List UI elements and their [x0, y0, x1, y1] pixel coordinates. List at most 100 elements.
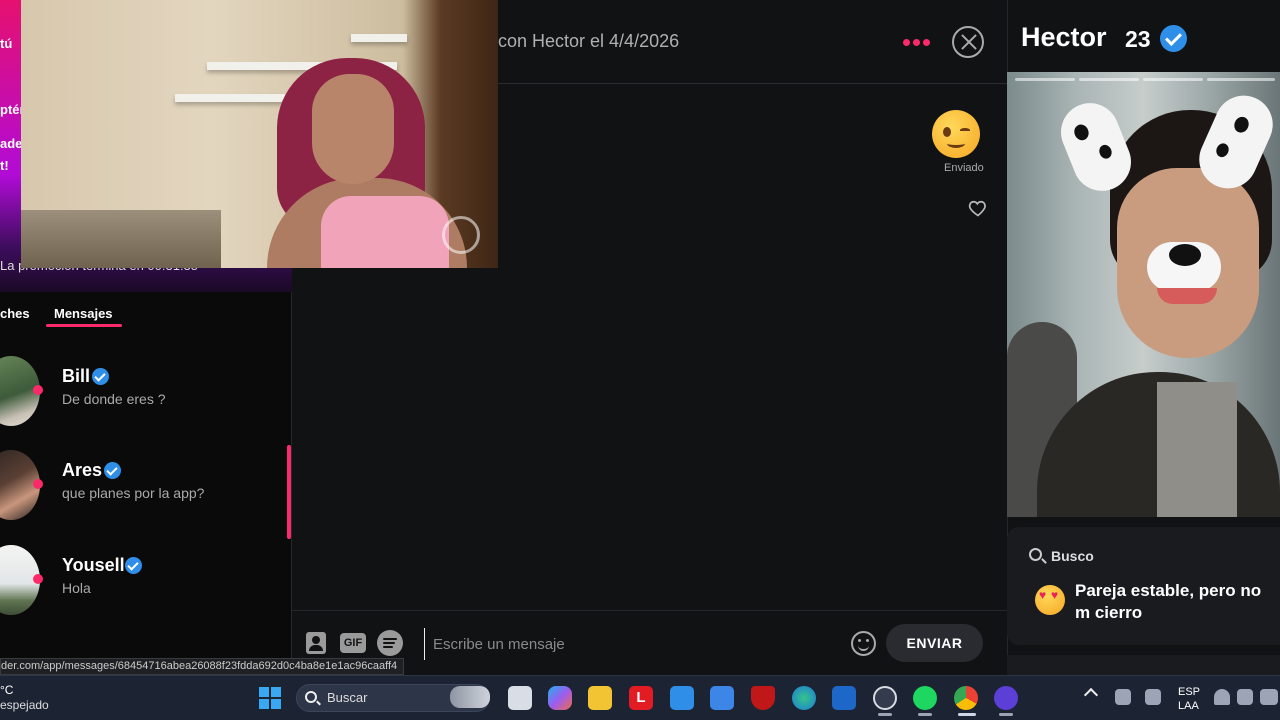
taskbar-search-label: Buscar — [327, 690, 368, 705]
promo-text: tú — [0, 36, 13, 51]
chrome-icon[interactable] — [954, 686, 978, 710]
dog-tongue-filter — [1157, 288, 1217, 304]
winking-emoji-message — [932, 110, 980, 158]
verified-badge-icon — [125, 557, 142, 574]
dot-icon — [923, 39, 930, 46]
chatgpt-icon[interactable] — [873, 686, 897, 710]
conversation-preview: Hola — [62, 580, 91, 596]
task-view-icon[interactable] — [508, 686, 532, 710]
spotify-wave — [383, 642, 395, 644]
person-shirt — [1157, 382, 1237, 517]
heart-eyes-emoji-icon — [1035, 585, 1065, 615]
start-tile — [271, 699, 281, 709]
app-l-icon[interactable]: L — [629, 686, 653, 710]
volume-icon[interactable] — [1237, 689, 1253, 705]
spotify-wave — [383, 646, 393, 648]
mcafee-icon[interactable] — [751, 686, 775, 710]
outlook-icon[interactable] — [832, 686, 856, 710]
conversation-scrollbar[interactable] — [287, 445, 291, 539]
webcam-overlay — [21, 0, 498, 268]
message-input[interactable] — [424, 628, 836, 660]
message-status: Enviado — [944, 162, 984, 174]
wifi-icon[interactable] — [1214, 689, 1230, 705]
search-icon — [305, 691, 317, 703]
status-bar-url: der.com/app/messages/68454716abea26088f2… — [0, 658, 405, 675]
verified-badge-icon — [1160, 25, 1187, 52]
active-tab-indicator — [46, 324, 122, 327]
file-explorer-icon[interactable] — [588, 686, 612, 710]
emoji-picker-icon[interactable] — [851, 631, 876, 656]
spotify-app-icon[interactable] — [913, 686, 937, 710]
conversation-item[interactable]: Bill De donde eres ? — [0, 350, 285, 436]
copilot-icon[interactable] — [548, 686, 572, 710]
conversation-name: Bill — [62, 366, 91, 386]
looking-for-label: Busco — [1051, 548, 1094, 564]
active-indicator — [958, 713, 976, 716]
unread-dot — [33, 574, 43, 584]
match-info: con Hector el 4/4/2026 — [498, 31, 680, 51]
search-icon — [1029, 548, 1042, 561]
edge-browser-icon[interactable] — [792, 686, 816, 710]
close-chat-button[interactable] — [952, 26, 984, 58]
ear-spot — [1071, 122, 1091, 143]
webcam-person-face — [312, 74, 394, 184]
photo-progress-bar — [1143, 78, 1203, 81]
ear-spot — [1231, 114, 1252, 135]
ear-spot — [1214, 141, 1231, 160]
verified-badge-icon — [92, 368, 109, 385]
running-indicator — [918, 713, 932, 716]
running-indicator — [999, 713, 1013, 716]
photo-progress-bar — [1079, 78, 1139, 81]
gif-button[interactable]: GIF — [340, 633, 366, 653]
weather-description[interactable]: espejado — [0, 698, 49, 712]
profile-age: 23 — [1125, 26, 1151, 52]
conversation-preview: De donde eres ? — [62, 391, 166, 407]
photo-progress-bar — [1207, 78, 1275, 81]
webcam-clutter — [21, 210, 221, 268]
conversation-name: Yousell — [62, 555, 125, 575]
tab-messages[interactable]: Mensajes — [54, 306, 113, 321]
weather-temperature[interactable]: °C — [0, 683, 13, 697]
conversation-item[interactable]: Ares que planes por la app? — [0, 444, 285, 530]
tray-app-icon[interactable] — [1115, 689, 1131, 705]
looking-for-value: Pareja estable, pero no m cierro — [1075, 581, 1262, 622]
tray-pen-icon[interactable] — [1145, 689, 1161, 705]
conversation-item[interactable]: Yousell Hola — [0, 539, 285, 625]
keyboard-language[interactable]: ESP LAA — [1178, 685, 1200, 713]
start-tile — [259, 699, 269, 709]
conversation-preview: que planes por la app? — [62, 485, 205, 501]
send-button[interactable]: ENVIAR — [886, 624, 983, 662]
more-options-button[interactable] — [903, 32, 933, 52]
profile-next-section — [1007, 655, 1280, 675]
contact-card-icon[interactable] — [306, 632, 326, 654]
battery-icon[interactable] — [1260, 689, 1278, 705]
verified-badge-icon — [104, 462, 121, 479]
language-code: ESP — [1178, 686, 1201, 698]
microsoft-store-icon[interactable] — [670, 686, 694, 710]
stream-logo-icon — [442, 216, 480, 254]
profile-name: Hector — [1021, 22, 1107, 52]
tab-matches[interactable]: ches — [0, 306, 30, 321]
photo-progress-bar — [1015, 78, 1075, 81]
windows-start-icon[interactable] — [259, 687, 281, 709]
emoji-eye — [943, 127, 951, 137]
ear-spot — [1097, 143, 1114, 161]
start-tile — [259, 687, 269, 697]
profile-photo[interactable] — [1007, 72, 1280, 517]
running-indicator — [878, 713, 892, 716]
unread-dot — [33, 385, 43, 395]
search-highlight-art — [450, 686, 490, 708]
like-heart-icon[interactable] — [968, 198, 988, 218]
spotify-wave — [383, 638, 397, 640]
emoji-wink — [960, 128, 970, 132]
wall-shelf — [351, 34, 407, 42]
keyboard-layout: LAA — [1178, 700, 1199, 712]
streaming-app-icon[interactable] — [994, 686, 1018, 710]
writing-app-icon[interactable] — [710, 686, 734, 710]
sidebar-tabs: ches Mensajes — [0, 300, 292, 332]
emoji-mouth — [947, 139, 965, 148]
promo-text: t! — [0, 158, 9, 173]
promo-text: ade — [0, 136, 23, 151]
webcam-person-top — [321, 196, 449, 268]
spotify-icon[interactable] — [377, 630, 403, 656]
